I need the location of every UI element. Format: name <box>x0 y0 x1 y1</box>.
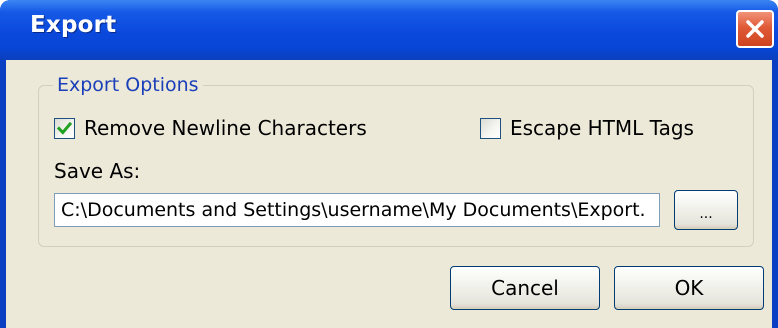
save-path-input[interactable] <box>54 193 660 227</box>
title-bar[interactable]: Export <box>0 0 778 60</box>
checkmark-icon <box>56 121 73 135</box>
close-button[interactable] <box>736 10 774 48</box>
save-as-label: Save As: <box>54 159 141 183</box>
remove-newline-option[interactable]: Remove Newline Characters <box>54 116 367 140</box>
escape-html-label: Escape HTML Tags <box>510 116 694 140</box>
cancel-button[interactable]: Cancel <box>450 266 600 310</box>
export-options-legend: Export Options <box>53 73 203 97</box>
ok-button[interactable]: OK <box>614 266 764 310</box>
close-icon <box>746 20 764 38</box>
remove-newline-label: Remove Newline Characters <box>84 116 367 140</box>
export-dialog: Export Export Options Remove Newline Cha… <box>0 0 778 328</box>
window-title: Export <box>30 12 117 38</box>
escape-html-option[interactable]: Escape HTML Tags <box>480 116 694 140</box>
remove-newline-checkbox[interactable] <box>54 117 75 139</box>
dialog-body: Export Options Remove Newline Characters… <box>6 60 772 328</box>
escape-html-checkbox[interactable] <box>480 117 501 139</box>
browse-button[interactable]: ... <box>674 190 738 230</box>
